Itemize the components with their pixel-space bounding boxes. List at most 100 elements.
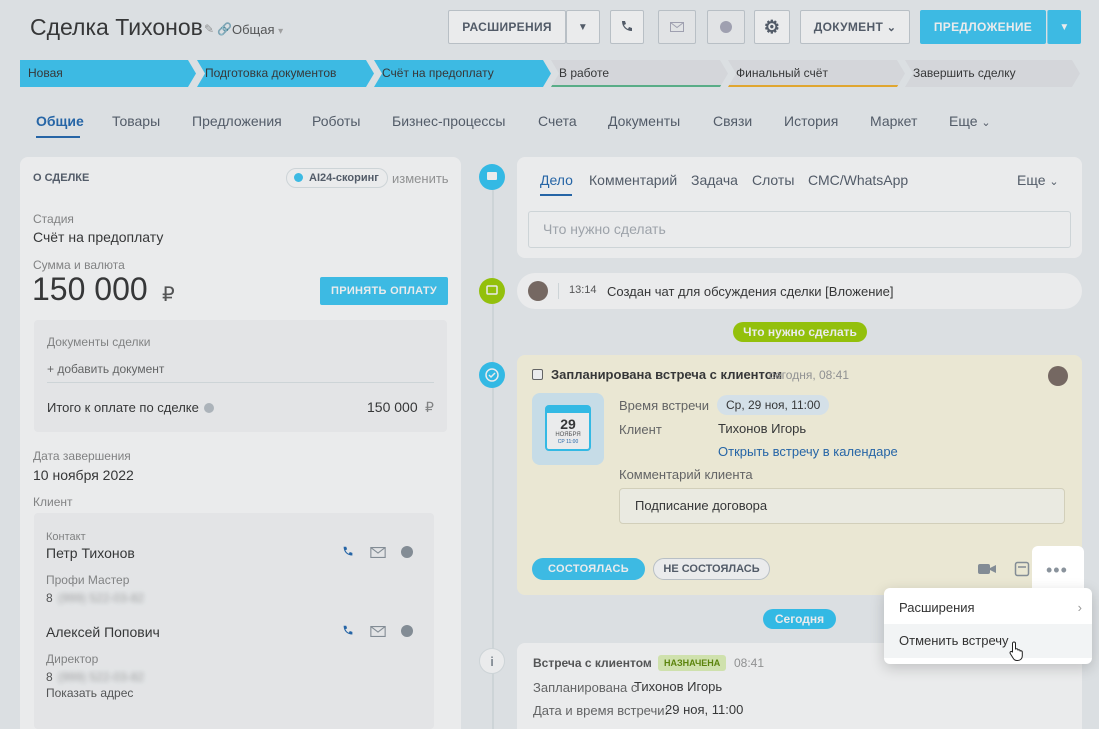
phone-icon[interactable] [341, 545, 355, 559]
tab-bizproc[interactable]: Бизнес-процессы [392, 113, 505, 129]
help-icon[interactable] [204, 403, 214, 413]
documents-box: Документы сделки + добавить документ Ито… [34, 320, 447, 432]
event-title: Встреча с клиентом [533, 656, 652, 670]
settings-button[interactable]: ⚙ [754, 10, 790, 44]
composer-tab-slots[interactable]: Слоты [752, 172, 794, 188]
stage-final-invoice[interactable]: Финальный счёт [728, 60, 905, 87]
tab-market[interactable]: Маркет [870, 113, 917, 129]
meeting-time-badge[interactable]: Ср, 29 ноя, 11:00 [717, 395, 830, 415]
chat-created-item: 13:14 Создан чат для обсуждения сделки [… [517, 273, 1082, 309]
composer-tab-more[interactable]: Еще ⌄ [1017, 172, 1059, 188]
tab-links[interactable]: Связи [713, 113, 752, 129]
menu-item-extensions[interactable]: Расширения › [884, 591, 1092, 625]
contact1-name[interactable]: Петр Тихонов [46, 545, 135, 561]
add-document-link[interactable]: + добавить документ [47, 362, 164, 376]
chat-text[interactable]: Создан чат для обсуждения сделки [Вложен… [607, 284, 893, 299]
composer-icon [479, 164, 505, 190]
meeting-title: Запланирована встреча с клиентом [551, 367, 783, 382]
tab-history[interactable]: История [784, 113, 838, 129]
page-header: Сделка Тихонов ✎ 🔗 Общая ▾ РАСШИРЕНИЯ ▼ … [0, 0, 1099, 56]
tab-more[interactable]: Еще ⌄ [949, 113, 991, 129]
documents-label: Документы сделки [47, 335, 151, 349]
mail-icon[interactable] [370, 626, 386, 637]
link-icon[interactable]: 🔗 [217, 22, 232, 36]
chat-button[interactable] [707, 10, 745, 44]
chevron-down-icon: ▾ [278, 26, 284, 37]
mail-icon[interactable] [370, 547, 386, 558]
meeting-check-icon [479, 362, 505, 388]
calendar-time: СР 11:00 [557, 439, 579, 445]
category-select[interactable]: Общая ▾ [232, 22, 283, 37]
offer-button[interactable]: ПРЕДЛОЖЕНИЕ [920, 10, 1046, 44]
contact2-name[interactable]: Алексей Попович [46, 624, 160, 640]
info-icon: i [479, 648, 505, 674]
stage-docs[interactable]: Подготовка документов [197, 60, 374, 87]
show-address-link[interactable]: Показать адрес [46, 686, 133, 700]
deal-info-card: О СДЕЛКЕ AI24-скоринг изменить Стадия Сч… [20, 157, 461, 729]
email-button[interactable] [658, 10, 696, 44]
calendar-tile: 29 НОЯБРЯ СР 11:00 [532, 393, 604, 465]
more-actions-button[interactable]: ••• [1032, 546, 1084, 592]
calendar-icon: 29 НОЯБРЯ СР 11:00 [545, 405, 591, 451]
ai-badge-label: AI24-скоринг [309, 172, 379, 184]
edit-icon[interactable]: ✎ 🔗 [204, 22, 232, 36]
client-name[interactable]: Тихонов Игорь [718, 421, 806, 436]
ai-icon [294, 173, 303, 182]
client-label: Клиент [619, 422, 662, 437]
tab-products[interactable]: Товары [112, 113, 160, 129]
tab-robots[interactable]: Роботы [312, 113, 360, 129]
stage-new[interactable]: Новая [20, 60, 196, 87]
tab-underline [36, 136, 80, 138]
calendar-month: НОЯБРЯ [555, 432, 581, 438]
chevron-right-icon: › [1077, 600, 1082, 615]
event-planned-name[interactable]: Тихонов Игорь [634, 679, 722, 694]
note-icon[interactable] [1014, 561, 1030, 577]
category-label: Общая [232, 22, 275, 37]
tab-invoices[interactable]: Счета [538, 113, 577, 129]
composer-input[interactable]: Что нужно сделать [528, 211, 1071, 248]
accept-payment-button[interactable]: ПРИНЯТЬ ОПЛАТУ [320, 277, 448, 305]
stage-close[interactable]: Завершить сделку [905, 60, 1080, 87]
call-button[interactable] [610, 10, 644, 44]
chat-icon[interactable] [400, 624, 414, 638]
event-date-value: 29 ноя, 11:00 [665, 702, 744, 717]
stage-in-work[interactable]: В работе [551, 60, 728, 87]
offer-dropdown-button[interactable]: ▼ [1047, 10, 1081, 44]
menu-item-cancel-meeting[interactable]: Отменить встречу [884, 624, 1092, 658]
hand-cursor-icon [1009, 641, 1023, 661]
chat-event-icon [479, 278, 505, 304]
chat-icon[interactable] [400, 545, 414, 559]
meeting-not-done-button[interactable]: НЕ СОСТОЯЛАСЬ [653, 558, 770, 580]
composer-tab-task[interactable]: Задача [691, 172, 738, 188]
open-calendar-link[interactable]: Открыть встречу в календаре [718, 444, 898, 459]
composer-tab-deal[interactable]: Дело [540, 172, 573, 188]
meeting-when: сегодня, 08:41 [769, 368, 850, 382]
tab-general[interactable]: Общие [36, 113, 84, 129]
tab-documents[interactable]: Документы [608, 113, 680, 129]
document-button-label: ДОКУМЕНТ [813, 20, 884, 34]
composer-tab-comment[interactable]: Комментарий [589, 172, 677, 188]
menu-item-label: Расширения [899, 600, 975, 615]
stage-prepay[interactable]: Счёт на предоплату [374, 60, 551, 87]
contact2-phone[interactable]: (999) 522-03-82 [58, 670, 144, 684]
chevron-down-icon: ⌄ [981, 117, 991, 129]
stage-value: Счёт на предоплату [33, 229, 164, 245]
phone-icon[interactable] [341, 624, 355, 638]
contact1-phone[interactable]: (999) 522-03-82 [58, 591, 144, 605]
meeting-checkbox[interactable] [532, 369, 543, 380]
edit-link[interactable]: изменить [392, 171, 449, 186]
composer-tab-sms[interactable]: СМС/WhatsApp [808, 172, 908, 188]
extensions-button[interactable]: РАСШИРЕНИЯ [448, 10, 566, 44]
video-icon[interactable] [977, 562, 997, 576]
contact2-phone-prefix: 8 [46, 670, 53, 684]
extensions-dropdown-button[interactable]: ▼ [566, 10, 600, 44]
tab-offers[interactable]: Предложения [192, 113, 282, 129]
calendar-day: 29 [560, 416, 576, 432]
contact1-company: Профи Мастер [46, 573, 130, 587]
client-box: Контакт Петр Тихонов Профи Мастер 8 (999… [34, 513, 434, 729]
meeting-done-button[interactable]: СОСТОЯЛАСЬ [532, 558, 645, 580]
gear-icon: ⚙ [763, 16, 781, 37]
ai-scoring-badge[interactable]: AI24-скоринг [286, 168, 388, 188]
document-button[interactable]: ДОКУМЕНТ ⌄ [800, 10, 910, 44]
composer-tab-underline [540, 194, 572, 196]
